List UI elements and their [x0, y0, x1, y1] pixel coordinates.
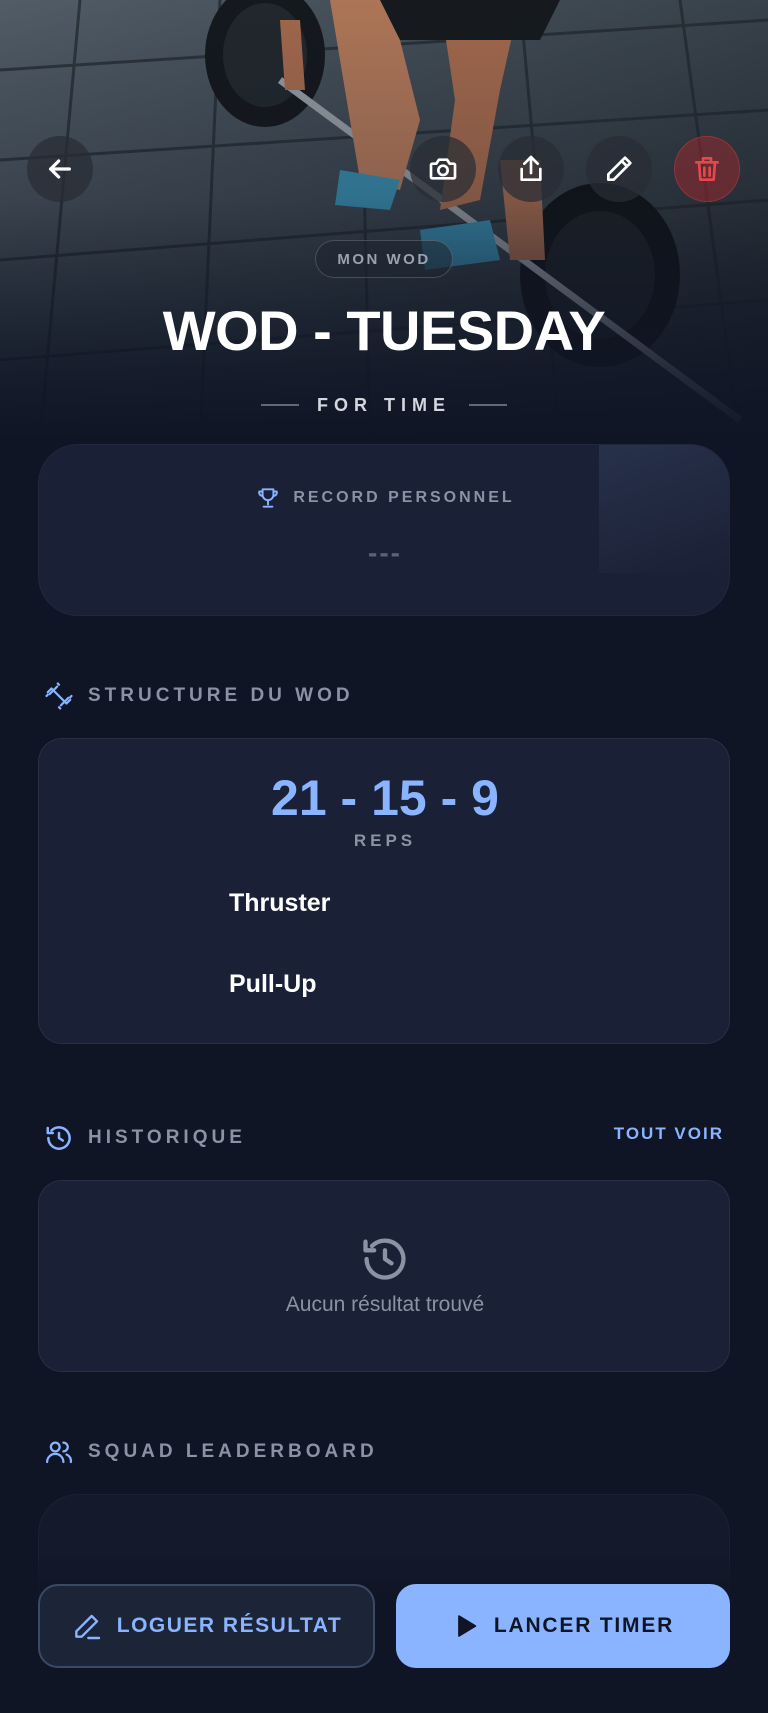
history-icon	[46, 1126, 71, 1150]
history-card: Aucun résultat trouvé	[38, 1180, 730, 1372]
trophy-icon	[258, 488, 279, 508]
record-value: ---	[368, 537, 402, 568]
pencil-icon	[74, 1614, 100, 1640]
structure-heading-text: STRUCTURE DU WOD	[88, 685, 354, 706]
history-empty-icon	[363, 1238, 406, 1280]
see-all-link[interactable]: TOUT VOIR	[614, 1124, 724, 1144]
leaderboard-heading: SQUAD LEADERBOARD	[44, 1436, 378, 1468]
hero-gradient-overlay	[0, 0, 768, 440]
start-timer-button[interactable]: LANCER TIMER	[396, 1584, 730, 1668]
trash-icon	[695, 157, 719, 181]
users-icon	[46, 1441, 73, 1464]
history-heading-text: HISTORIQUE	[88, 1127, 246, 1148]
camera-icon	[429, 158, 457, 180]
start-timer-label: LANCER TIMER	[493, 1614, 675, 1637]
page-title: WOD - TUESDAY	[162, 299, 606, 362]
record-label-text: RECORD PERSONNEL	[293, 489, 515, 506]
divider-right	[469, 404, 507, 406]
personal-record-card: RECORD PERSONNEL ---	[38, 444, 730, 616]
wod-type-label: FOR TIME	[0, 392, 768, 418]
play-icon	[457, 1615, 477, 1637]
leaderboard-heading-text: SQUAD LEADERBOARD	[88, 1441, 378, 1462]
history-heading: HISTORIQUE	[44, 1122, 246, 1154]
arrow-left-icon	[49, 159, 71, 179]
share-icon	[520, 155, 542, 181]
reps-label: REPS	[353, 831, 417, 850]
camera-button[interactable]	[410, 136, 476, 202]
log-result-label: LOGUER RÉSULTAT	[116, 1614, 343, 1637]
back-button[interactable]	[27, 136, 93, 202]
wod-tag: MON WOD	[315, 240, 453, 278]
wod-type-text: FOR TIME	[317, 394, 451, 415]
record-label: RECORD PERSONNEL	[39, 485, 729, 511]
delete-button[interactable]	[674, 136, 740, 202]
structure-heading: STRUCTURE DU WOD	[44, 680, 354, 712]
movement-item: Pull-Up	[229, 970, 317, 998]
log-result-button[interactable]: LOGUER RÉSULTAT	[38, 1584, 375, 1668]
rep-scheme: 21 - 15 - 9	[271, 770, 499, 826]
divider-left	[261, 404, 299, 406]
pencil-icon	[607, 156, 632, 181]
edit-button[interactable]	[586, 136, 652, 202]
empty-state-text: Aucun résultat trouvé	[285, 1293, 485, 1316]
hero-header	[0, 0, 768, 440]
structure-card: 21 - 15 - 9 REPS Thruster Pull-Up	[38, 738, 730, 1044]
share-button[interactable]	[498, 136, 564, 202]
movement-item: Thruster	[229, 889, 331, 917]
dumbbell-icon	[45, 682, 73, 710]
